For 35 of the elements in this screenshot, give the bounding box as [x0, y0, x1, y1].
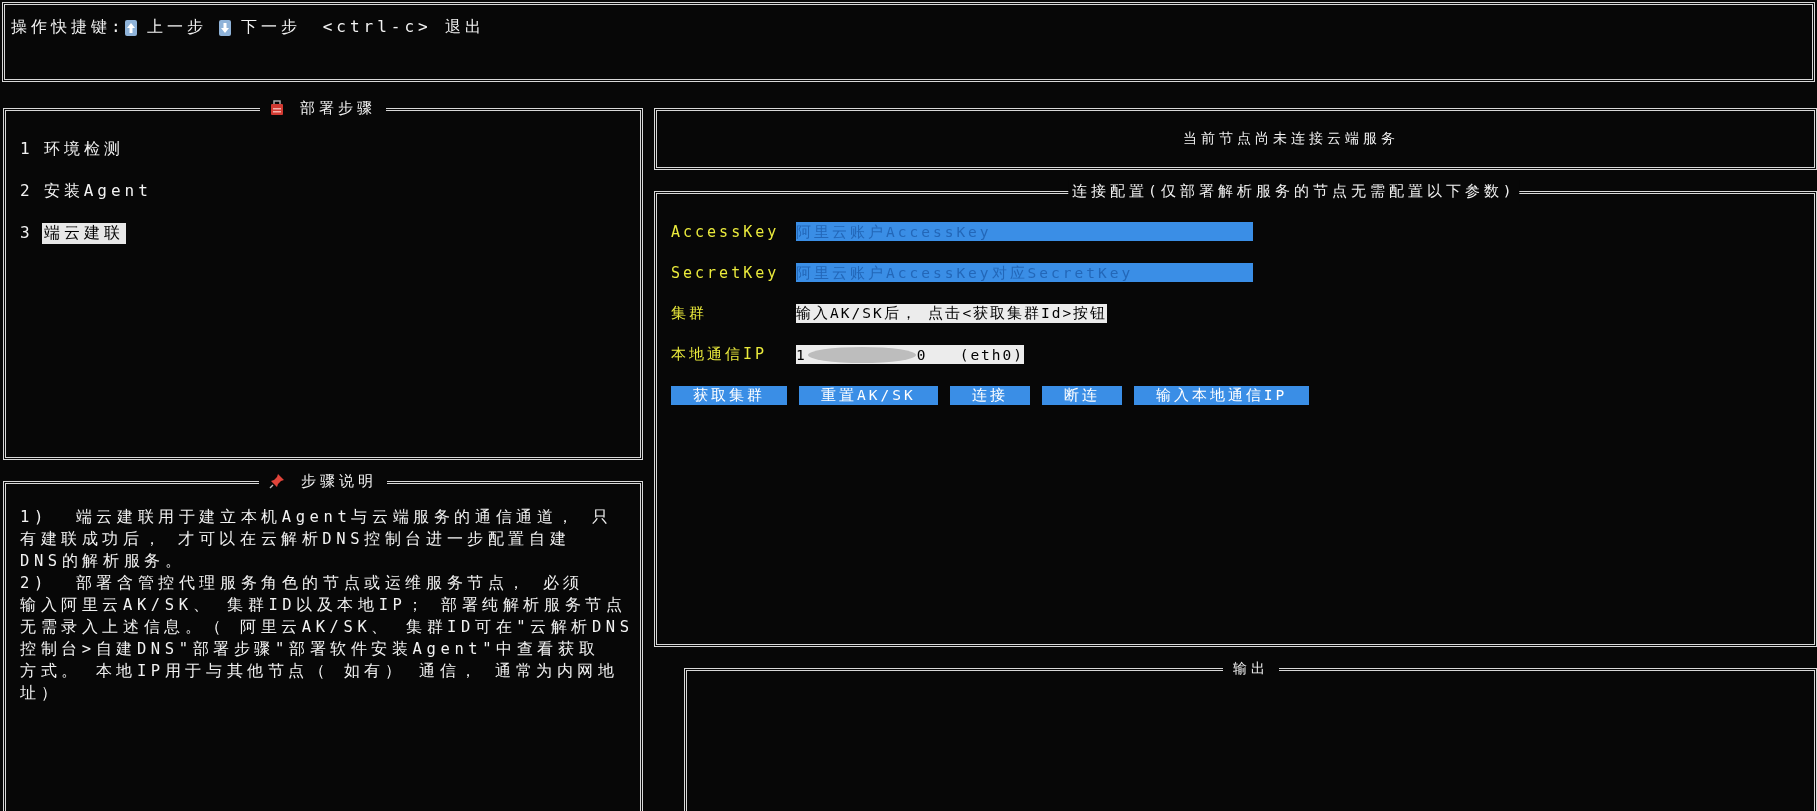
help-line: DNS的解析服务。 [20, 551, 187, 572]
help-line: 1) 端云建联用于建立本机Agent与云端服务的通信通道， 只 [20, 507, 614, 528]
help-line: 输入阿里云AK/SK、 集群ID以及本地IP； 部署纯解析服务节点 [20, 595, 628, 616]
field-label: 本地通信IP [671, 345, 769, 364]
step-item[interactable]: 安装Agent [41, 181, 154, 202]
panel-title: 连接配置(仅部署解析服务的节点无需配置以下参数) [1071, 182, 1516, 201]
case-icon [270, 100, 284, 116]
step-number: 3 [20, 223, 34, 244]
field-label: AccessKey [671, 222, 781, 241]
step-item[interactable]: 环境检测 [41, 139, 126, 160]
blur-icon [806, 345, 917, 364]
help-line: 方式。 本地IP用于与其他节点（ 如有） 通信， 通常为内网地 [20, 661, 620, 682]
up-arrow-icon [124, 19, 137, 36]
panel-title: 输出 [1232, 659, 1269, 678]
help-line: 控制台>自建DNS"部署步骤"部署软件安装Agent"中查看获取 [20, 639, 601, 660]
step-number: 2 [20, 181, 34, 202]
help-line: 有建联成功后， 才可以在云解析DNS控制台进一步配置自建 [20, 529, 572, 550]
shortcut-text: 上一步 [146, 17, 207, 38]
ip-field[interactable]: 1 0 (eth0) [796, 345, 1025, 364]
panel-title: 部署步骤 [300, 98, 376, 119]
help-line: 无需录入上述信息。（ 阿里云AK/SK、 集群ID可在"云解析DNS [20, 617, 630, 638]
shortcut-text: <ctrl-c> 退出 [322, 17, 486, 38]
help-line: 2) 部署含管控代理服务角色的节点或运维服务节点， 必须 [20, 573, 586, 594]
cluster-field[interactable]: 输入AK/SK后， 点击<获取集群Id>按钮 [796, 304, 1108, 323]
pin-icon [269, 473, 285, 489]
shortcut-text: 下一步 [240, 17, 301, 38]
panel-title: 步骤说明 [301, 471, 377, 492]
field-label: 集群 [671, 304, 708, 323]
down-arrow-icon [218, 19, 231, 36]
step-number: 1 [20, 139, 34, 160]
status-text: 当前节点尚未连接云端服务 [1182, 130, 1399, 148]
field-label: SecretKey [671, 263, 781, 282]
help-line: 址） [20, 683, 63, 704]
shortcut-label: 操作快捷键: [11, 17, 125, 38]
step-item[interactable]: 端云建联 [41, 223, 126, 244]
